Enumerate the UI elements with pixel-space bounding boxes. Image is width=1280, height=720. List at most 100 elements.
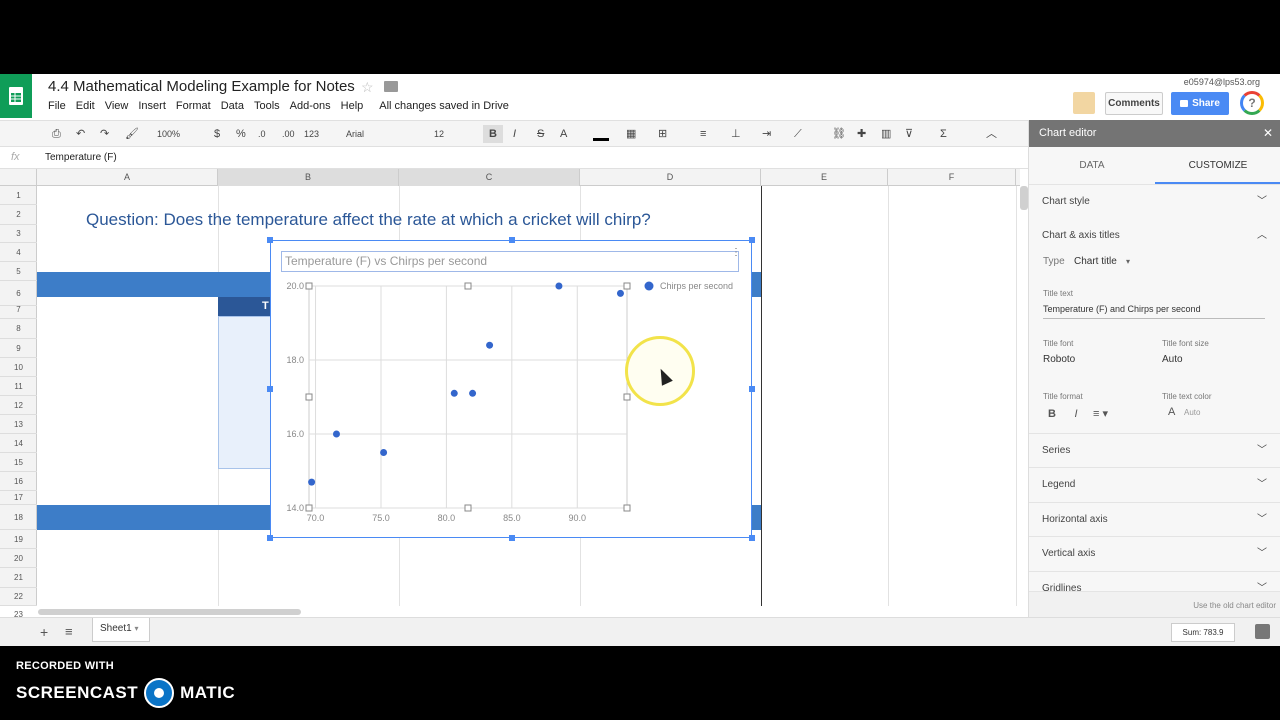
row-header[interactable]: 20 (0, 549, 37, 568)
help-icon[interactable]: ? (1240, 91, 1264, 115)
document-title[interactable]: 4.4 Mathematical Modeling Example for No… (48, 78, 355, 95)
horizontal-scrollbar[interactable] (38, 609, 301, 615)
row-header[interactable]: 7 (0, 301, 37, 319)
strikethrough-button[interactable]: S (537, 125, 544, 143)
font-size-select[interactable]: 12 (434, 125, 444, 143)
section-vertical-axis[interactable]: Vertical axis ﹀ (1029, 536, 1280, 570)
sheets-logo-icon[interactable] (0, 74, 32, 118)
functions-icon[interactable]: Σ (940, 125, 947, 143)
column-header-a[interactable]: A (37, 169, 218, 186)
row-header[interactable]: 15 (0, 453, 37, 472)
text-wrap-icon[interactable]: ⇥ (762, 125, 771, 143)
title-align-button[interactable]: ≡ ▾ (1093, 405, 1121, 423)
column-header-d[interactable]: D (580, 169, 761, 186)
tab-data[interactable]: DATA (1029, 154, 1155, 184)
vertical-scrollbar[interactable] (1020, 186, 1028, 210)
title-bold-button[interactable]: B (1043, 405, 1061, 423)
section-legend[interactable]: Legend ﹀ (1029, 467, 1280, 501)
chart-title[interactable]: Temperature (F) vs Chirps per second (281, 251, 739, 272)
column-header-b[interactable]: B (218, 169, 399, 186)
type-dropdown-icon[interactable]: ▾ (1126, 257, 1130, 266)
menu-edit[interactable]: Edit (76, 100, 95, 112)
close-icon[interactable]: ✕ (1263, 120, 1273, 147)
select-all-corner[interactable] (0, 169, 37, 186)
menu-data[interactable]: Data (221, 100, 244, 112)
more-formats-button[interactable]: 123 (304, 125, 319, 143)
decrease-decimal-button[interactable]: .0 (258, 125, 266, 143)
vertical-align-icon[interactable]: ⊥ (731, 125, 741, 143)
row-header[interactable]: 18 (0, 505, 37, 530)
row-header[interactable]: 19 (0, 530, 37, 549)
italic-button[interactable]: I (513, 125, 516, 143)
row-header[interactable]: 9 (0, 339, 37, 358)
menu-insert[interactable]: Insert (138, 100, 166, 112)
star-icon[interactable]: ☆ (361, 79, 374, 96)
menu-addons[interactable]: Add-ons (290, 100, 331, 112)
chart-menu-icon[interactable]: ⋮ (731, 247, 741, 258)
menu-view[interactable]: View (105, 100, 129, 112)
row-header[interactable]: 21 (0, 568, 37, 588)
resize-handle-sw[interactable] (267, 535, 273, 541)
add-sheet-icon[interactable]: + (40, 624, 48, 640)
menu-tools[interactable]: Tools (254, 100, 280, 112)
redo-icon[interactable]: ↷ (100, 125, 109, 143)
paint-format-icon[interactable]: 🖌 (125, 125, 139, 143)
font-family-select[interactable]: Arial (346, 125, 364, 143)
fill-color-icon[interactable] (593, 125, 609, 141)
insert-link-icon[interactable]: ⛓ (832, 125, 846, 143)
row-header[interactable]: 3 (0, 225, 37, 243)
section-gridlines[interactable]: Gridlines ﹀ (1029, 571, 1280, 591)
row-header[interactable]: 13 (0, 415, 37, 434)
type-select[interactable]: Chart title (1074, 256, 1117, 267)
text-color-button[interactable]: A (560, 125, 567, 143)
collapse-toolbar-icon[interactable]: ︿ (986, 125, 997, 143)
folder-icon[interactable] (384, 81, 398, 92)
title-italic-button[interactable]: I (1067, 405, 1085, 423)
section-series[interactable]: Series ﹀ (1029, 433, 1280, 467)
account-email[interactable]: e05974@lps53.org (1184, 77, 1260, 87)
percent-button[interactable]: % (236, 125, 246, 143)
all-sheets-icon[interactable]: ≡ (65, 624, 73, 639)
row-header[interactable]: 17 (0, 491, 37, 505)
row-header[interactable]: 2 (0, 205, 37, 225)
row-header[interactable]: 22 (0, 588, 37, 606)
row-header[interactable]: 10 (0, 358, 37, 377)
menu-format[interactable]: Format (176, 100, 211, 112)
column-header-c[interactable]: C (399, 169, 580, 186)
resize-handle-e[interactable] (749, 386, 755, 392)
row-header[interactable]: 1 (0, 186, 37, 205)
insert-chart-icon[interactable]: ▥ (881, 125, 891, 143)
title-text-input[interactable]: Temperature (F) and Chirps per second (1043, 304, 1201, 314)
bold-button[interactable]: B (483, 125, 503, 143)
resize-handle-se[interactable] (749, 535, 755, 541)
column-header-f[interactable]: F (888, 169, 1016, 186)
row-header[interactable]: 12 (0, 396, 37, 415)
explore-icon[interactable] (1255, 624, 1270, 639)
old-chart-editor-link[interactable]: Use the old chart editor (1193, 601, 1276, 610)
resize-handle-w[interactable] (267, 386, 273, 392)
text-rotate-icon[interactable]: ⟋ (794, 125, 802, 143)
tab-customize[interactable]: CUSTOMIZE (1155, 154, 1280, 184)
resize-handle-nw[interactable] (267, 237, 273, 243)
section-chart-style[interactable]: Chart style ﹀ (1029, 184, 1280, 218)
resize-handle-ne[interactable] (749, 237, 755, 243)
sheet-tab[interactable]: Sheet1 ▾ (92, 618, 150, 642)
share-button[interactable]: Share (1171, 92, 1229, 115)
title-font-select[interactable]: Roboto (1043, 354, 1075, 365)
filter-icon[interactable]: ⊽ (905, 125, 913, 143)
row-header[interactable]: 4 (0, 243, 37, 262)
menu-file[interactable]: File (48, 100, 66, 112)
title-font-size-select[interactable]: Auto (1162, 354, 1183, 365)
borders-icon[interactable]: ▦ (626, 125, 636, 143)
formula-input[interactable]: Temperature (F) (45, 152, 117, 163)
row-header[interactable]: 14 (0, 434, 37, 453)
comments-button[interactable]: Comments (1105, 92, 1163, 115)
avatar[interactable] (1073, 92, 1095, 114)
section-chart-axis-titles[interactable]: Chart & axis titles ︿ (1029, 219, 1280, 253)
resize-handle-n[interactable] (509, 237, 515, 243)
title-text-color-select[interactable]: Auto (1184, 408, 1200, 417)
row-header[interactable]: 16 (0, 472, 37, 491)
section-horizontal-axis[interactable]: Horizontal axis ﹀ (1029, 502, 1280, 536)
horizontal-align-icon[interactable]: ≡ (700, 125, 706, 143)
row-header[interactable]: 8 (0, 319, 37, 339)
